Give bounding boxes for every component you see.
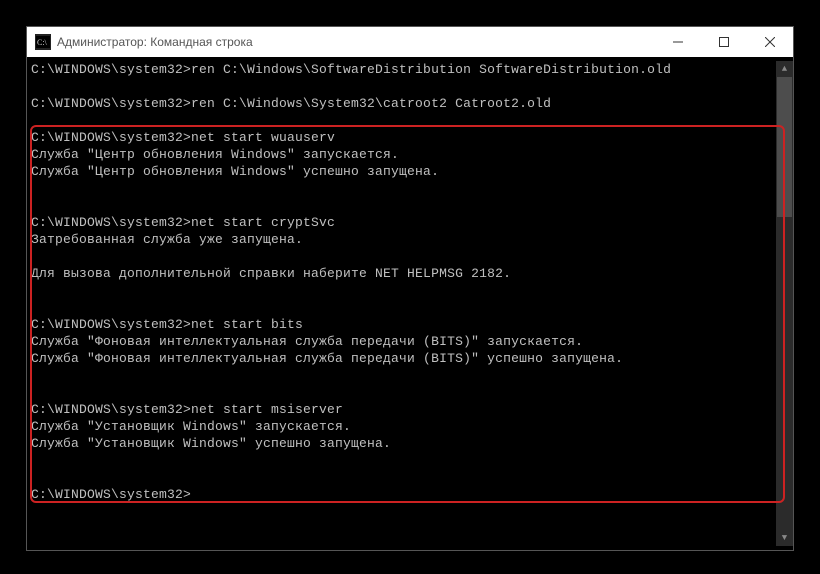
terminal-line: Служба "Установщик Windows" успешно запу… [31, 435, 776, 452]
scrollbar-thumb[interactable] [777, 77, 792, 217]
terminal-line: C:\WINDOWS\system32>ren C:\Windows\Syste… [31, 95, 776, 112]
terminal-output: C:\WINDOWS\system32>ren C:\Windows\Softw… [31, 61, 776, 546]
terminal-line: C:\WINDOWS\system32>net start cryptSvc [31, 214, 776, 231]
window-title: Администратор: Командная строка [57, 35, 655, 49]
terminal-line [31, 299, 776, 316]
terminal-line: Служба "Фоновая интеллектуальная служба … [31, 350, 776, 367]
cmd-icon: C:\ [35, 34, 51, 50]
terminal-line: Служба "Центр обновления Windows" запуск… [31, 146, 776, 163]
terminal-line: Служба "Установщик Windows" запускается. [31, 418, 776, 435]
titlebar[interactable]: C:\ Администратор: Командная строка [27, 27, 793, 57]
terminal-line: Служба "Центр обновления Windows" успешн… [31, 163, 776, 180]
cmd-window: C:\ Администратор: Командная строка C:\W… [26, 26, 794, 551]
minimize-button[interactable] [655, 27, 701, 57]
terminal-line: C:\WINDOWS\system32>ren C:\Windows\Softw… [31, 61, 776, 78]
scroll-down-arrow[interactable]: ▼ [776, 530, 793, 546]
terminal-line: C:\WINDOWS\system32>net start msiserver [31, 401, 776, 418]
terminal-line: Служба "Фоновая интеллектуальная служба … [31, 333, 776, 350]
terminal-line: Затребованная служба уже запущена. [31, 231, 776, 248]
maximize-button[interactable] [701, 27, 747, 57]
terminal-line [31, 282, 776, 299]
terminal-line [31, 452, 776, 469]
terminal-line [31, 367, 776, 384]
terminal-line [31, 384, 776, 401]
terminal-line [31, 180, 776, 197]
terminal-line: C:\WINDOWS\system32> [31, 486, 776, 503]
terminal-line [31, 78, 776, 95]
svg-text:C:\: C:\ [37, 38, 48, 47]
window-controls [655, 27, 793, 57]
vertical-scrollbar[interactable]: ▲ ▼ [776, 61, 793, 546]
close-button[interactable] [747, 27, 793, 57]
terminal-line: C:\WINDOWS\system32>net start wuauserv [31, 129, 776, 146]
terminal-line: C:\WINDOWS\system32>net start bits [31, 316, 776, 333]
scroll-up-arrow[interactable]: ▲ [776, 61, 793, 77]
terminal-area[interactable]: C:\WINDOWS\system32>ren C:\Windows\Softw… [27, 57, 793, 550]
terminal-line: Для вызова дополнительной справки набери… [31, 265, 776, 282]
terminal-line [31, 248, 776, 265]
terminal-line [31, 112, 776, 129]
terminal-line [31, 197, 776, 214]
terminal-line [31, 469, 776, 486]
